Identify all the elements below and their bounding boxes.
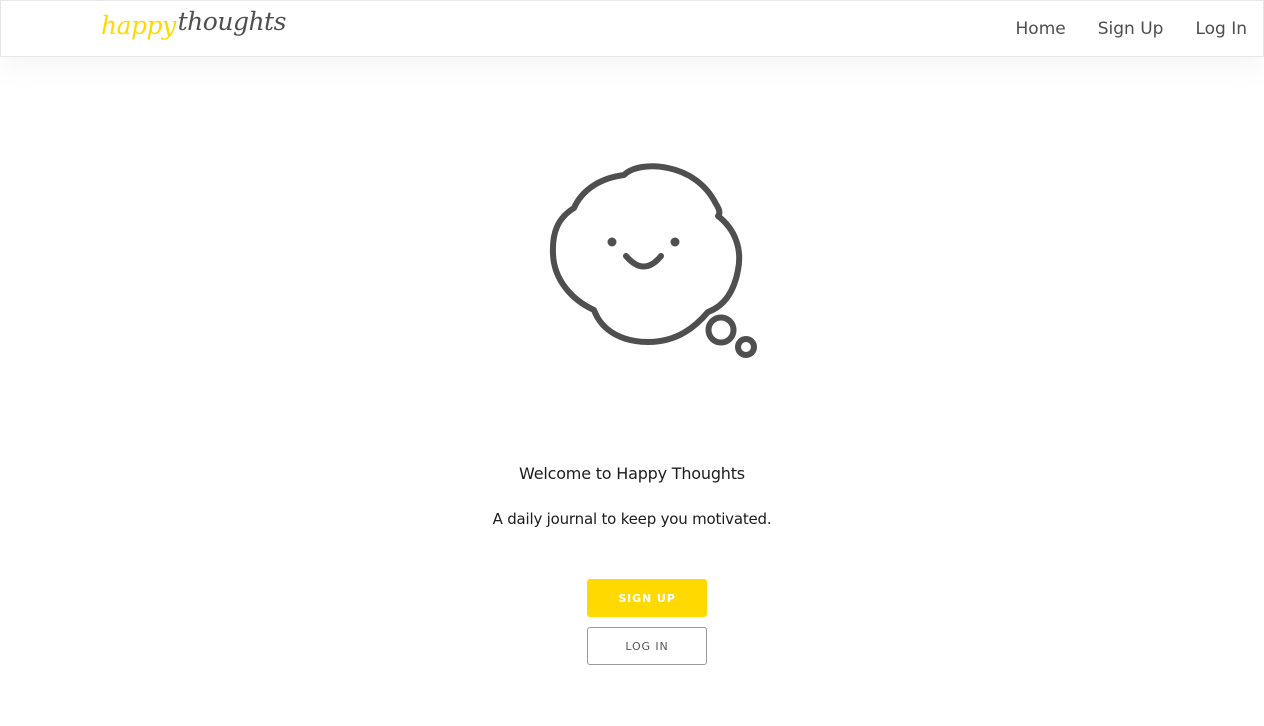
nav-links: Home Sign Up Log In	[984, 1, 1247, 56]
smiling-thought-bubble-icon	[549, 163, 757, 358]
brand-word-happy: happy	[101, 11, 176, 40]
brand-logo[interactable]: happy thoughts	[101, 3, 286, 51]
left-eye	[607, 237, 617, 247]
thought-bubble-large	[705, 314, 737, 346]
login-button[interactable]: LOG IN	[587, 627, 707, 665]
welcome-heading: Welcome to Happy Thoughts	[519, 464, 745, 483]
top-navbar: happy thoughts Home Sign Up Log In	[0, 0, 1264, 57]
thought-bubble-small	[735, 336, 757, 358]
nav-login-link[interactable]: Log In	[1195, 19, 1247, 39]
nav-home-link[interactable]: Home	[1016, 19, 1066, 39]
right-eye	[670, 237, 680, 247]
smile-mouth	[623, 253, 664, 270]
signup-button[interactable]: SIGN UP	[587, 579, 707, 617]
thought-cloud-outline	[549, 163, 743, 345]
nav-signup-link[interactable]: Sign Up	[1098, 19, 1164, 39]
brand-word-thoughts: thoughts	[177, 7, 287, 36]
tagline-text: A daily journal to keep you motivated.	[492, 510, 772, 528]
